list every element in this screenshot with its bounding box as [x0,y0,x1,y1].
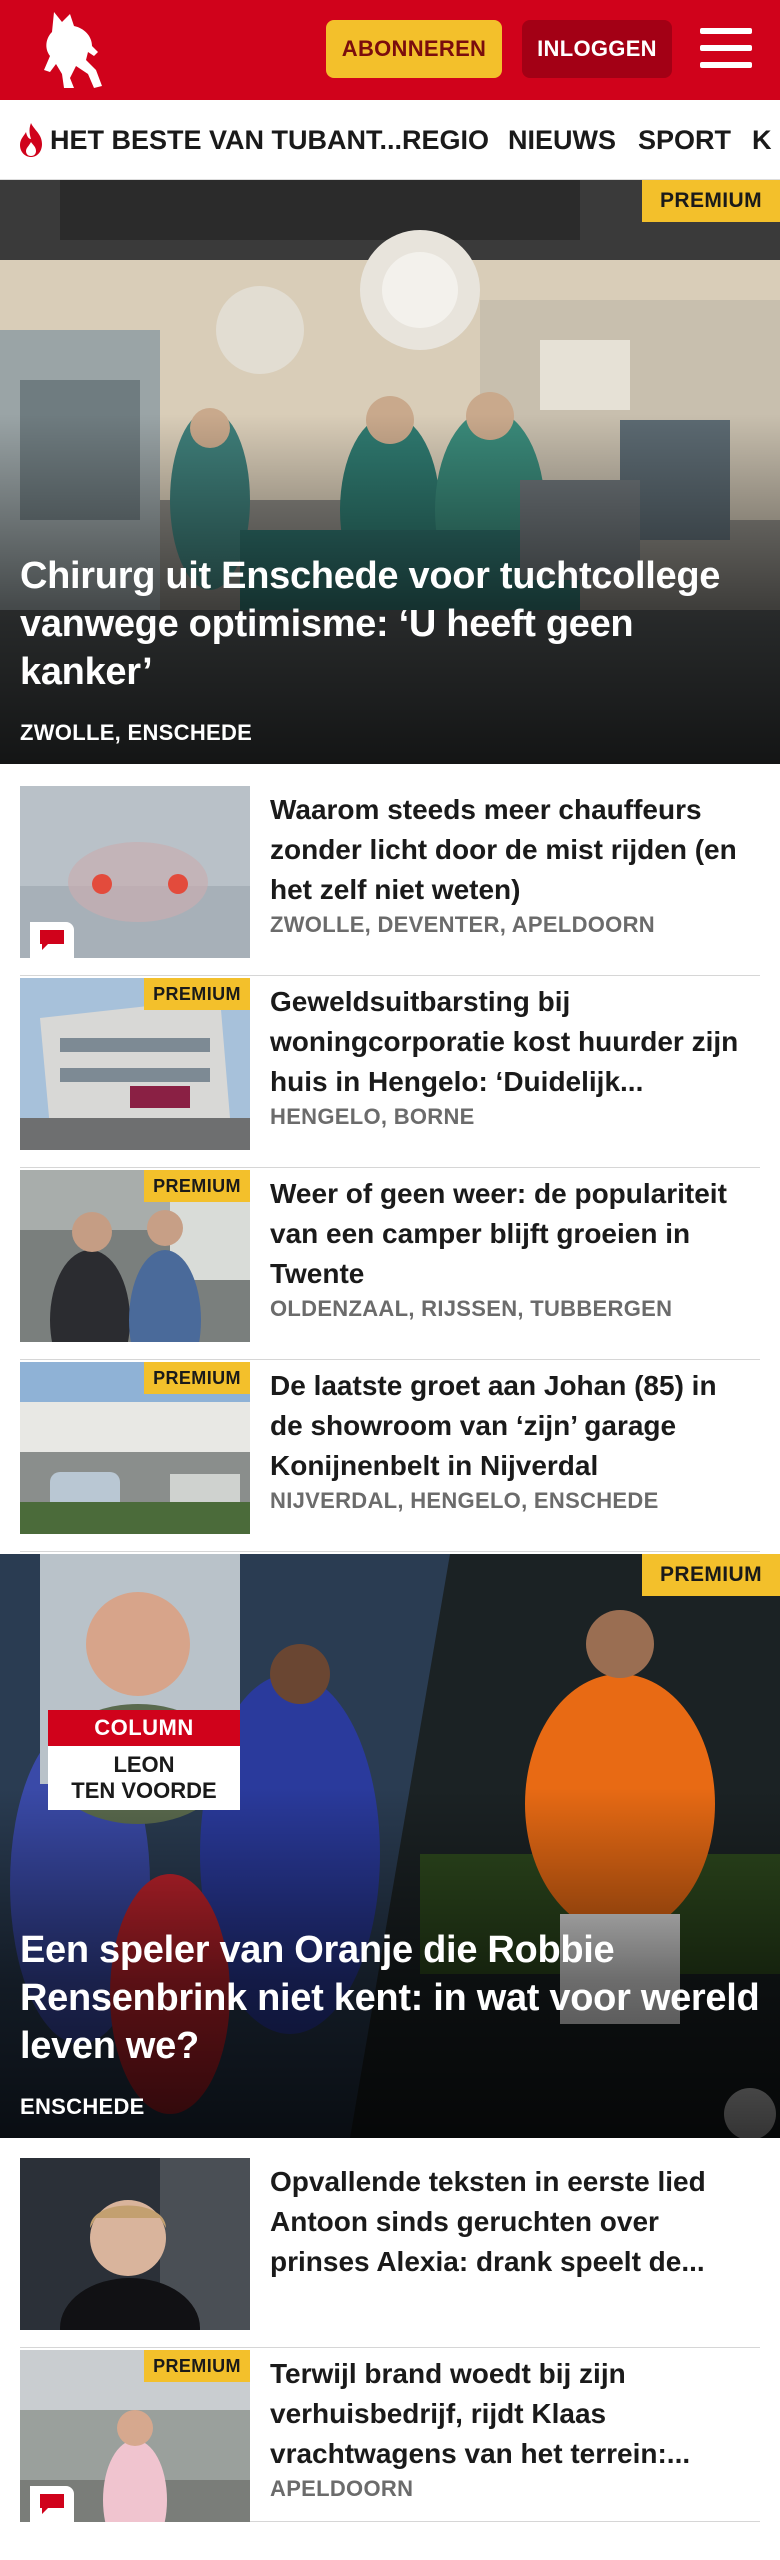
premium-badge: PREMIUM [144,1170,250,1202]
column-tag: COLUMN [48,1710,240,1746]
list-item[interactable]: PREMIUM Weer of geen weer: de populari­t… [20,1170,760,1360]
hamburger-menu-icon[interactable] [700,24,752,72]
article-location: ZWOLLE, DEVENTER, APELDOORN [270,912,655,937]
article-thumbnail: PREMIUM [20,978,250,1150]
flame-icon [20,123,42,157]
article-location: HENGELO, BORNE [270,1104,475,1129]
article-location: OLDENZAAL, RIJSSEN, TUBBERGEN [270,1296,673,1321]
hero-article-surgeon[interactable]: PREMIUM Chirurg uit Enschede voor tuchtc… [0,180,780,764]
premium-badge: PREMIUM [642,180,780,222]
article-title[interactable]: Waarom steeds meer chauffeurs zonder lic… [270,790,750,910]
comment-icon [30,922,74,958]
list-item[interactable]: PREMIUM Geweldsuitbarsting bij woningcor… [20,978,760,1168]
hero-location: ZWOLLE, ENSCHEDE [20,720,253,745]
top-header: ABONNEREN INLOGGEN [0,0,780,100]
author-first-name: LEON [113,1752,175,1777]
article-thumbnail [20,786,250,958]
article-title[interactable]: De laatste groet aan Johan (85) in de sh… [270,1366,750,1486]
section-nav: HET BESTE VAN TUBANT... REGIO NIEUWS SPO… [0,100,780,180]
article-title[interactable]: Weer of geen weer: de populari­teit van … [270,1174,750,1294]
list-item[interactable]: PREMIUM Terwijl brand woedt bij zijn ver… [20,2350,760,2522]
nav-item-het-beste[interactable]: HET BESTE VAN TUBANT... [50,100,402,179]
hero-article-column[interactable]: PREMIUM Een speler van Oranje die Robbie… [0,1554,780,2138]
list-item[interactable]: Waarom steeds meer chauffeurs zonder lic… [20,786,760,976]
list-item[interactable]: PREMIUM De laatste groet aan Johan (85) … [20,1362,760,1552]
horse-logo-icon[interactable] [36,8,108,92]
premium-badge: PREMIUM [144,1362,250,1394]
column-author: LEON TEN VOORDE [48,1746,240,1810]
nav-item-sport[interactable]: SPORT [638,100,731,179]
login-button[interactable]: INLOGGEN [522,20,672,78]
subscribe-button[interactable]: ABONNEREN [326,20,502,78]
premium-badge: PREMIUM [144,978,250,1010]
hero-location: ENSCHEDE [20,2094,145,2119]
article-title[interactable]: Terwijl brand woedt bij zijn verhuisbedr… [270,2354,750,2474]
premium-badge: PREMIUM [642,1554,780,1596]
hero-title[interactable]: Een speler van Oranje die Robbie Rensenb… [20,1926,760,2070]
article-location: NIJVERDAL, HENGELO, ENSCHEDE [270,1488,659,1513]
article-location: APELDOORN [270,2476,414,2501]
column-author-label: COLUMN LEON TEN VOORDE [48,1710,240,1810]
list-item[interactable]: Opvallende teksten in eerste lied Antoon… [20,2158,760,2348]
article-thumbnail: PREMIUM [20,1362,250,1534]
article-thumbnail: PREMIUM [20,2350,250,2522]
nav-item-nieuws[interactable]: NIEUWS [508,100,616,179]
hero-title[interactable]: Chirurg uit Enschede voor tuchtcolle­ge … [20,552,760,696]
article-title[interactable]: Opvallende teksten in eerste lied Antoon… [270,2162,750,2282]
comment-icon [30,2486,74,2522]
article-title[interactable]: Geweldsuitbarsting bij woningcorporatie … [270,982,750,1102]
article-thumbnail [20,2158,250,2330]
premium-badge: PREMIUM [144,2350,250,2382]
nav-item-k[interactable]: K [752,100,772,179]
article-thumbnail: PREMIUM [20,1170,250,1342]
nav-item-regio[interactable]: REGIO [402,100,489,179]
author-last-name: TEN VOORDE [71,1778,217,1803]
